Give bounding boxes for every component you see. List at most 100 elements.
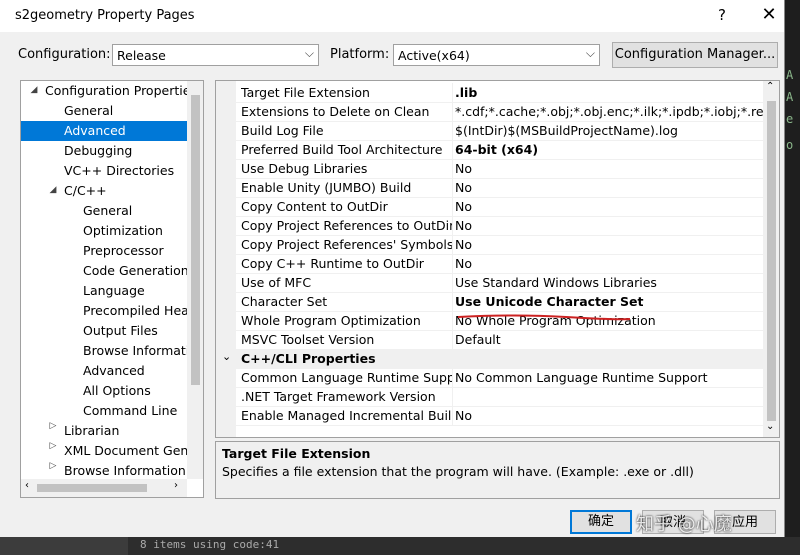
property-value: No bbox=[455, 161, 472, 176]
grid-row[interactable]: Character Set Use Unicode Character Set bbox=[216, 292, 763, 312]
property-name: Use of MFC bbox=[241, 275, 312, 290]
tree-item-configuration-properties[interactable]: Configuration Properties bbox=[45, 81, 197, 101]
scroll-right-icon[interactable]: › bbox=[174, 480, 178, 491]
tree-item-language[interactable]: Language bbox=[83, 281, 145, 301]
description-title: Target File Extension bbox=[222, 446, 371, 461]
grid-vertical-scrollbar[interactable]: ⌃ ⌄ bbox=[763, 81, 779, 437]
expand-icon[interactable]: ▷ bbox=[48, 421, 58, 431]
background-editor: A A e o bbox=[784, 0, 800, 555]
expand-icon[interactable]: ▷ bbox=[48, 461, 58, 471]
grid-row[interactable]: MSVC Toolset Version Default bbox=[216, 330, 763, 350]
tree-item-vc-directories[interactable]: VC++ Directories bbox=[64, 161, 174, 181]
scroll-up-icon[interactable]: ⌃ bbox=[766, 81, 774, 92]
property-value: No bbox=[455, 180, 472, 195]
property-value: 64-bit (x64) bbox=[455, 142, 539, 157]
property-tree: ◢ Configuration Properties General Advan… bbox=[20, 80, 204, 498]
close-button[interactable]: ✕ bbox=[756, 4, 782, 28]
property-grid: Target File Extension .lib Extensions to … bbox=[215, 80, 780, 438]
property-value: Default bbox=[455, 332, 501, 347]
property-name: Enable Managed Incremental Build bbox=[241, 408, 452, 423]
scroll-down-icon[interactable]: ⌄ bbox=[766, 421, 774, 432]
tree-item-general[interactable]: General bbox=[64, 101, 113, 121]
red-annotation-underline bbox=[457, 314, 631, 321]
property-name: Enable Unity (JUMBO) Build bbox=[241, 180, 412, 195]
background-tab bbox=[0, 537, 128, 555]
property-value: No bbox=[455, 256, 472, 271]
grid-row[interactable]: Target File Extension .lib bbox=[216, 83, 763, 103]
tree-item-optimization[interactable]: Optimization bbox=[83, 221, 163, 241]
property-value: *.cdf;*.cache;*.obj;*.obj.enc;*.ilk;*.ip… bbox=[455, 104, 763, 119]
grid-row[interactable]: Use Debug Libraries No bbox=[216, 159, 763, 179]
property-name: Preferred Build Tool Architecture bbox=[241, 142, 443, 157]
tree-item-xml-document-generator[interactable]: XML Document Generator bbox=[64, 441, 203, 461]
grid-row[interactable]: Copy Project References' Symbols to OutD… bbox=[216, 235, 763, 255]
collapse-icon[interactable]: ◢ bbox=[29, 85, 39, 95]
ok-button[interactable]: 确定 bbox=[570, 510, 632, 534]
property-name: .NET Target Framework Version bbox=[241, 389, 436, 404]
scroll-left-icon[interactable]: ‹ bbox=[25, 480, 29, 491]
grid-row[interactable]: Extensions to Delete on Clean *.cdf;*.cac… bbox=[216, 102, 763, 122]
property-name: Character Set bbox=[241, 294, 328, 309]
background-statusbar: 8 items using code:41 bbox=[0, 537, 800, 555]
property-name: MSVC Toolset Version bbox=[241, 332, 375, 347]
scroll-thumb[interactable] bbox=[37, 484, 147, 492]
title-bar: s2geometry Property Pages ? ✕ bbox=[0, 0, 784, 32]
property-name: Copy Project References to OutDir bbox=[241, 218, 452, 233]
property-value: No bbox=[455, 218, 472, 233]
collapse-icon[interactable]: ◢ bbox=[48, 185, 58, 195]
tree-item-code-generation[interactable]: Code Generation bbox=[83, 261, 189, 281]
platform-label: Platform: bbox=[330, 47, 390, 62]
property-value: Use Unicode Character Set bbox=[455, 294, 644, 309]
grid-row[interactable]: Common Language Runtime Support No Common… bbox=[216, 368, 763, 388]
property-name: Copy C++ Runtime to OutDir bbox=[241, 256, 424, 271]
chevron-down-icon: ⌵ bbox=[304, 46, 314, 60]
grid-row[interactable]: Enable Unity (JUMBO) Build No bbox=[216, 178, 763, 198]
scroll-thumb[interactable] bbox=[767, 101, 776, 421]
tree-item-debugging[interactable]: Debugging bbox=[64, 141, 132, 161]
tree-item-output-files[interactable]: Output Files bbox=[83, 321, 158, 341]
grid-row[interactable]: Use of MFC Use Standard Windows Libraries bbox=[216, 273, 763, 293]
property-value: Use Standard Windows Libraries bbox=[455, 275, 657, 290]
tree-item-cpp-advanced[interactable]: Advanced bbox=[83, 361, 145, 381]
property-name: Build Log File bbox=[241, 123, 324, 138]
platform-combo[interactable]: Active(x64) ⌵ bbox=[393, 44, 600, 66]
property-name: Target File Extension bbox=[241, 85, 370, 100]
description-text: Specifies a file extension that the prog… bbox=[222, 464, 694, 479]
property-value: .lib bbox=[455, 85, 478, 100]
scroll-thumb[interactable] bbox=[191, 95, 200, 385]
tree-item-browse-information-2[interactable]: Browse Information bbox=[64, 461, 186, 481]
property-name: Use Debug Libraries bbox=[241, 161, 368, 176]
tree-item-cpp-general[interactable]: General bbox=[83, 201, 132, 221]
chevron-down-icon[interactable]: ⌄ bbox=[222, 350, 231, 363]
configuration-manager-button[interactable]: Configuration Manager... bbox=[612, 42, 778, 68]
tree-item-command-line[interactable]: Command Line bbox=[83, 401, 177, 421]
property-name: Copy Project References' Symbols to OutD… bbox=[241, 237, 452, 252]
tree-item-advanced[interactable]: Advanced bbox=[21, 121, 187, 141]
property-value: No Common Language Runtime Support bbox=[455, 370, 708, 385]
help-button[interactable]: ? bbox=[712, 6, 732, 26]
tree-item-preprocessor[interactable]: Preprocessor bbox=[83, 241, 164, 261]
grid-row[interactable]: Copy Project References to OutDir No bbox=[216, 216, 763, 236]
chevron-down-icon: ⌵ bbox=[585, 46, 595, 60]
tree-horizontal-scrollbar[interactable]: ‹ › bbox=[21, 479, 187, 497]
description-panel: Target File Extension Specifies a file e… bbox=[215, 441, 780, 499]
property-pages-dialog: s2geometry Property Pages ? ✕ Configurat… bbox=[0, 0, 785, 537]
tree-item-precompiled-headers[interactable]: Precompiled Headers bbox=[83, 301, 203, 321]
expand-icon[interactable]: ▷ bbox=[48, 441, 58, 451]
tree-item-browse-information[interactable]: Browse Information bbox=[83, 341, 203, 361]
tree-item-librarian[interactable]: Librarian bbox=[64, 421, 119, 441]
tree-item-all-options[interactable]: All Options bbox=[83, 381, 151, 401]
grid-section-header[interactable]: ⌄ C++/CLI Properties bbox=[216, 349, 763, 369]
configuration-combo[interactable]: Release ⌵ bbox=[112, 44, 319, 66]
grid-row[interactable]: .NET Target Framework Version bbox=[216, 387, 763, 407]
section-title: C++/CLI Properties bbox=[241, 351, 376, 366]
configuration-label: Configuration: bbox=[18, 47, 111, 62]
grid-row[interactable]: Copy Content to OutDir No bbox=[216, 197, 763, 217]
tree-item-cpp[interactable]: C/C++ bbox=[64, 181, 107, 201]
grid-row[interactable]: Build Log File $(IntDir)$(MSBuildProjectN… bbox=[216, 121, 763, 141]
tree-vertical-scrollbar[interactable] bbox=[187, 81, 203, 479]
grid-row[interactable]: Enable Managed Incremental Build No bbox=[216, 406, 763, 426]
grid-row[interactable]: Preferred Build Tool Architecture 64-bit … bbox=[216, 140, 763, 160]
grid-row[interactable]: Copy C++ Runtime to OutDir No bbox=[216, 254, 763, 274]
property-value: No bbox=[455, 408, 472, 423]
